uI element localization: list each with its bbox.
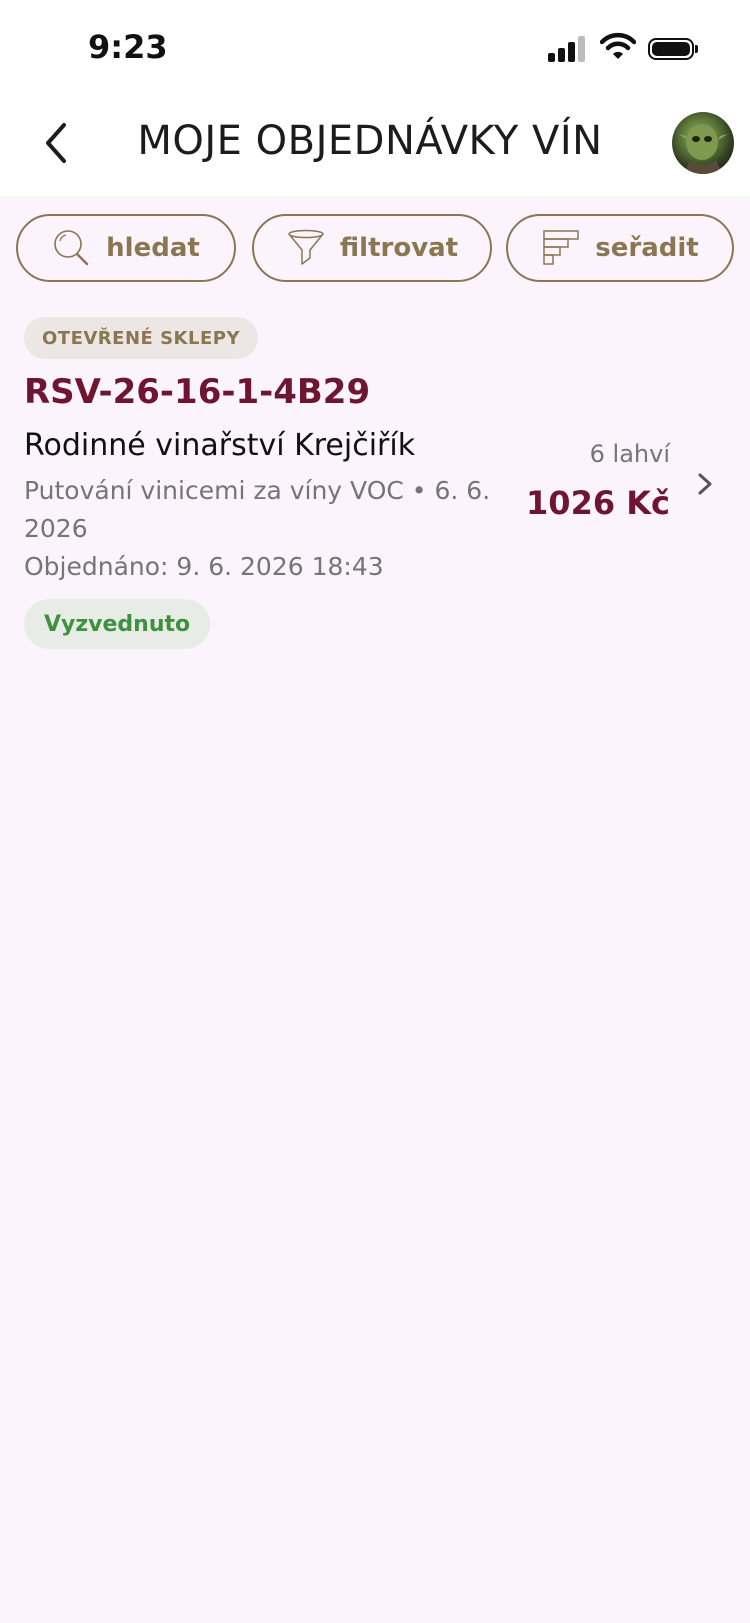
filter-button[interactable]: filtrovat	[252, 214, 492, 282]
status-badge: Vyzvednuto	[24, 599, 211, 649]
order-card[interactable]: OTEVŘENÉ SKLEPY RSV-26-16-1-4B29 Rodinné…	[0, 312, 750, 652]
order-date: Objednáno: 9. 6. 2026 18:43	[24, 552, 384, 581]
top-bar: 9:23 MOJE OBJEDNÁVKY VÍN	[0, 0, 750, 196]
page-title: MOJE OBJEDNÁVKY VÍN	[137, 118, 603, 164]
sort-icon	[541, 228, 581, 268]
toolbar: hledat filtrovat seřadit	[0, 214, 750, 282]
bottle-count: 6 lahví	[589, 440, 670, 468]
chevron-right-icon	[698, 473, 712, 495]
search-icon	[52, 228, 92, 268]
search-button[interactable]: hledat	[16, 214, 236, 282]
battery-icon	[648, 38, 698, 60]
event-info: Putování vinicemi za víny VOC • 6. 6. 20…	[24, 476, 491, 543]
filter-label: filtrovat	[339, 233, 459, 263]
user-avatar[interactable]	[672, 112, 734, 174]
avatar-image	[678, 124, 728, 174]
event-type-badge: OTEVŘENÉ SKLEPY	[24, 317, 258, 359]
wifi-icon	[600, 32, 636, 59]
search-label: hledat	[106, 233, 200, 263]
sort-button[interactable]: seřadit	[506, 214, 734, 282]
status-time: 9:23	[88, 28, 168, 66]
funnel-icon	[286, 228, 326, 268]
order-price: 1026 Kč	[526, 484, 670, 522]
sort-label: seřadit	[595, 233, 699, 263]
cellular-signal-icon	[548, 36, 588, 62]
chevron-left-icon	[46, 123, 66, 163]
winery-name: Rodinné vinařství Krejčiřík	[24, 428, 416, 463]
order-code: RSV-26-16-1-4B29	[24, 372, 371, 412]
back-button[interactable]	[36, 118, 76, 168]
